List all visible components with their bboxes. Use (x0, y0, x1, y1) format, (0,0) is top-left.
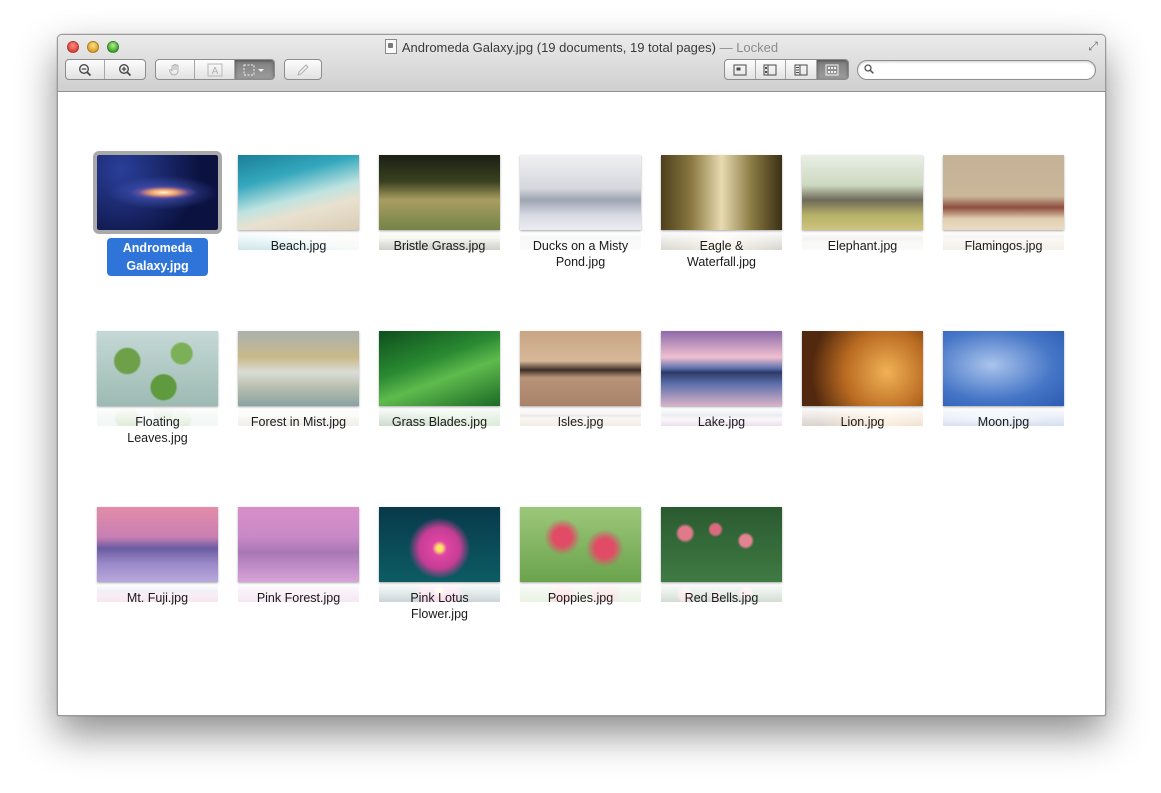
thumbnail-image[interactable] (238, 507, 359, 582)
zoom-in-button[interactable] (105, 60, 145, 79)
image-label: Mt. Fuji.jpg (126, 591, 189, 605)
image-label: Eagle & Waterfall.jpg (686, 239, 756, 269)
svg-text:A: A (211, 66, 218, 77)
pencil-icon (297, 63, 309, 76)
view-contact-sheet-button[interactable] (816, 60, 848, 79)
thumbnail-image[interactable] (661, 507, 782, 582)
window-title: Andromeda Galaxy.jpg (19 documents, 19 t… (58, 39, 1105, 55)
zoom-in-icon (119, 63, 132, 76)
rect-select-button[interactable] (234, 60, 274, 79)
image-label: Lake.jpg (697, 415, 746, 429)
thumbnail-image[interactable] (661, 331, 782, 406)
fullscreen-icon[interactable]: ⤢ (1086, 39, 1100, 53)
image-label: Bristle Grass.jpg (393, 239, 486, 253)
thumbnail-image[interactable] (97, 331, 218, 406)
image-label: Floating Leaves.jpg (127, 415, 188, 445)
image-label: Pink Lotus Flower.jpg (410, 591, 469, 621)
image-label: Flamingos.jpg (964, 239, 1043, 253)
thumbnail-image[interactable] (379, 331, 500, 406)
thumbnail-image[interactable] (520, 155, 641, 230)
image-label: Lion.jpg (840, 415, 885, 429)
thumbnail-image[interactable] (661, 155, 782, 230)
text-select-button[interactable]: A (195, 60, 235, 79)
thumbnail-image[interactable] (238, 155, 359, 230)
image-label: Poppies.jpg (547, 591, 614, 605)
content-only-icon (733, 64, 747, 75)
hand-tool-button[interactable] (156, 60, 196, 79)
sidebar-view-icon (794, 64, 808, 75)
thumbnail-image[interactable] (520, 507, 641, 582)
thumbnail-image[interactable] (802, 155, 923, 230)
contact-sheet-grid: Andromeda Galaxy.jpg Beach.jpg Bristle Gr… (58, 92, 1105, 715)
image-label: Isles.jpg (557, 415, 604, 429)
title-bar[interactable]: Andromeda Galaxy.jpg (19 documents, 19 t… (58, 35, 1105, 92)
image-label: Beach.jpg (270, 239, 327, 253)
thumbnail-image[interactable] (943, 331, 1064, 406)
image-label: Andromeda Galaxy.jpg (83, 238, 232, 276)
thumbnail-image[interactable] (93, 151, 222, 234)
thumbnail-image[interactable] (379, 155, 500, 230)
view-content-only-button[interactable] (725, 60, 756, 79)
image-label: Ducks on a Misty Pond.jpg (532, 239, 629, 269)
locked-indicator[interactable]: — Locked (720, 40, 779, 55)
rect-select-icon (243, 64, 265, 75)
search-icon (864, 64, 874, 74)
thumbnail-image[interactable] (943, 155, 1064, 230)
image-label: Elephant.jpg (827, 239, 898, 253)
thumbnail-image[interactable] (97, 507, 218, 582)
thumbnail-image[interactable] (802, 331, 923, 406)
zoom-segment (65, 59, 146, 80)
thumbnails-view-icon (763, 64, 777, 75)
view-sidebar-button[interactable] (786, 60, 817, 79)
thumbnail-image[interactable] (379, 507, 500, 582)
tools-segment: A (155, 59, 275, 80)
contact-sheet-icon (825, 64, 839, 75)
annotate-button[interactable] (285, 60, 321, 79)
image-label: Moon.jpg (977, 415, 1030, 429)
view-segment (724, 59, 849, 80)
window-title-text: Andromeda Galaxy.jpg (19 documents, 19 t… (401, 40, 716, 55)
image-label: Grass Blades.jpg (391, 415, 488, 429)
hand-icon (169, 63, 179, 76)
search-field[interactable] (857, 60, 1096, 80)
zoom-out-button[interactable] (66, 60, 106, 79)
annotate-segment (284, 59, 322, 80)
document-icon (384, 39, 397, 54)
image-label: Forest in Mist.jpg (250, 415, 347, 429)
text-select-icon: A (207, 63, 223, 77)
view-thumbnails-button[interactable] (756, 60, 787, 79)
thumbnail-image[interactable] (520, 331, 641, 406)
image-label: Pink Forest.jpg (256, 591, 341, 605)
preview-window: Andromeda Galaxy.jpg (19 documents, 19 t… (57, 34, 1106, 716)
search-input[interactable] (880, 62, 1089, 80)
zoom-out-icon (79, 63, 92, 76)
thumbnail-image[interactable] (238, 331, 359, 406)
image-label: Red Bells.jpg (684, 591, 759, 605)
